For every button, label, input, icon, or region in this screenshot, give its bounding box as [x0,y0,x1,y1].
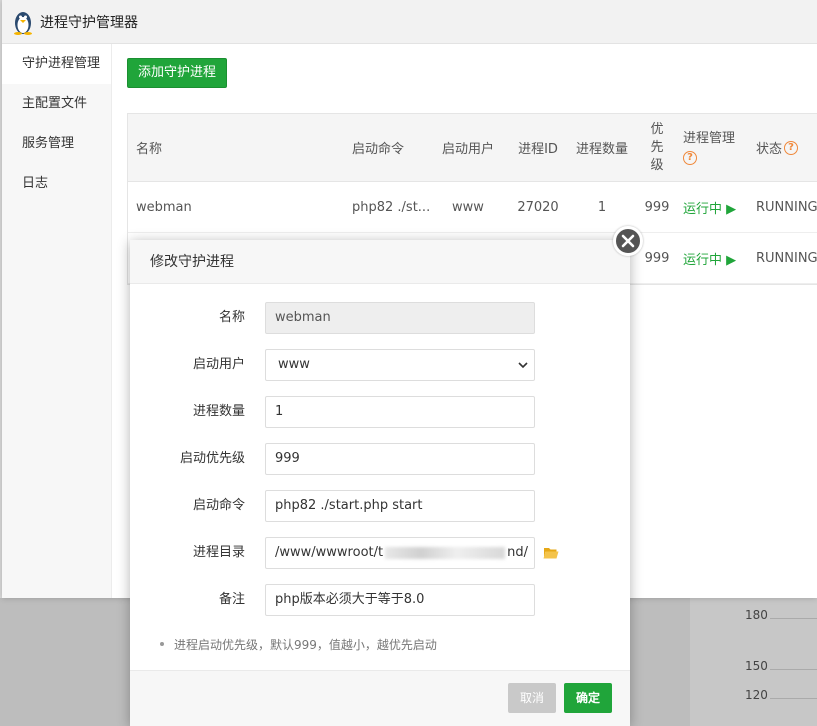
form-row-name: 名称 webman [130,302,630,334]
form-row-user: 启动用户 www [130,349,630,381]
table-row: webman php82 ./st... www 27020 1 999 运行中… [128,182,817,233]
confirm-button[interactable]: 确定 [564,683,612,713]
num-field[interactable]: 1 [265,396,535,428]
close-icon[interactable] [613,226,643,256]
cell-state: RUNNING [756,199,817,215]
dir-field[interactable]: /www/wwwroot/t nd/ [265,537,535,569]
cell-manager-running[interactable]: 运行中 ▶ [683,182,753,232]
dir-label: 进程目录 [192,545,245,560]
name-label: 名称 [218,310,245,325]
cell-cmd: php82 ./st... [352,199,431,215]
dialog-title: 修改守护进程 [130,240,630,284]
background-tick: 150 [745,659,768,673]
cancel-button[interactable]: 取消 [508,683,556,713]
priority-label: 启动优先级 [179,451,245,466]
add-daemon-button[interactable]: 添加守护进程 [127,58,228,88]
note-label: 备注 [218,592,245,607]
sidebar-item-main-config[interactable]: 主配置文件 [2,84,111,124]
cell-user: www [452,199,484,215]
sidebar-item-logs[interactable]: 日志 [2,164,111,204]
form-row-dir: 进程目录 /www/wwwroot/t nd/ [130,537,630,569]
form-row-num: 进程数量 1 [130,396,630,428]
cell-pid: 27020 [517,199,559,215]
table-header: 名称 启动命令 启动用户 进程ID 进程数量 优先级 进程管理 ? 状态 ? [128,114,817,182]
cmd-field[interactable]: php82 ./start.php start [265,490,535,522]
cmd-label: 启动命令 [192,498,245,513]
header-priority[interactable]: 优先级 [643,114,671,181]
cell-num: 1 [597,199,607,215]
dialog-footer: 取消 确定 [130,670,630,726]
header-manager[interactable]: 进程管理 ? [683,114,753,181]
window-titlebar: 进程守护管理器 [2,0,817,44]
form-row-priority: 启动优先级 999 [130,443,630,475]
header-manager-label: 进程管理 [683,130,736,146]
penguin-logo-icon [14,11,32,35]
form-row-cmd: 启动命令 php82 ./start.php start [130,490,630,522]
window-title: 进程守护管理器 [40,14,138,31]
edit-daemon-dialog: 修改守护进程 名称 webman 启动用户 www 进程数量 1 启动优先级 9… [130,226,643,726]
sidebar: 守护进程管理 主配置文件 服务管理 日志 [2,44,112,598]
header-name[interactable]: 名称 [136,114,336,181]
cell-manager-running[interactable]: 运行中 ▶ [683,233,753,283]
folder-open-icon[interactable] [543,546,559,560]
help-icon[interactable]: ? [683,150,697,165]
form-row-note: 备注 php版本必须大于等于8.0 [130,584,630,616]
cell-state: RUNNING [756,250,817,266]
name-field: webman [265,302,535,334]
background-gridline [770,698,817,699]
sidebar-item-daemon-manage[interactable]: 守护进程管理 [2,44,111,84]
header-user[interactable]: 启动用户 [438,114,498,181]
priority-hint: 进程启动优先级，默认999，值越小，越优先启动 [160,638,437,652]
chevron-down-icon [518,362,528,369]
cell-name: webman [136,199,192,215]
sidebar-item-service-manage[interactable]: 服务管理 [2,124,111,164]
background-tick: 180 [745,608,768,622]
note-field[interactable]: php版本必须大于等于8.0 [265,584,535,616]
header-num[interactable]: 进程数量 [573,114,631,181]
header-state[interactable]: 状态 ? [756,114,817,181]
user-label: 启动用户 [192,357,245,372]
cell-priority: 999 [644,250,670,266]
header-priority-label: 优先级 [650,121,664,173]
background-tick: 120 [745,688,768,702]
header-cmd[interactable]: 启动命令 [352,114,432,181]
dir-value-prefix: /www/wwwroot/t [275,545,384,560]
priority-field[interactable]: 999 [265,443,535,475]
header-state-label: 状态 [756,142,783,157]
num-label: 进程数量 [192,404,245,419]
header-pid[interactable]: 进程ID [506,114,570,181]
user-select[interactable]: www [265,349,535,381]
help-icon[interactable]: ? [784,140,799,155]
redacted-blur [385,546,506,559]
background-gridline [770,669,817,670]
dir-value-suffix: nd/ [507,545,528,560]
cell-priority: 999 [644,199,670,215]
user-select-value: www [278,357,310,372]
background-gridline [770,618,817,619]
